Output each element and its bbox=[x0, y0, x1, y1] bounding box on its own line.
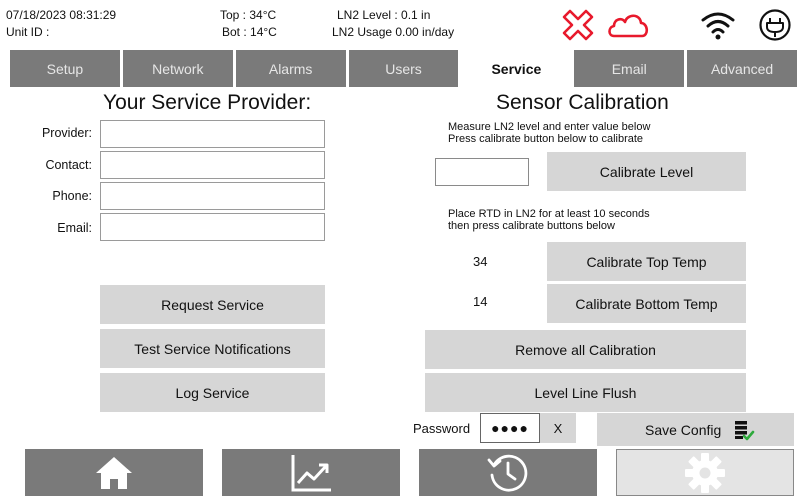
chart-nav-button[interactable] bbox=[222, 449, 400, 496]
tab-service[interactable]: Service bbox=[461, 50, 572, 87]
provider-label: Provider: bbox=[41, 126, 92, 140]
wifi-icon[interactable] bbox=[700, 9, 736, 41]
ln2-level: LN2 Level : 0.1 in bbox=[337, 8, 431, 22]
error-x-icon[interactable] bbox=[561, 8, 595, 42]
gear-icon bbox=[685, 452, 725, 493]
remove-all-calibration-button[interactable]: Remove all Calibration bbox=[425, 330, 746, 369]
settings-nav-button[interactable] bbox=[616, 449, 794, 496]
home-nav-button[interactable] bbox=[25, 449, 203, 496]
history-icon bbox=[487, 454, 528, 492]
tab-alarms[interactable]: Alarms bbox=[235, 50, 346, 87]
email-input[interactable] bbox=[100, 213, 325, 241]
ln2-usage: LN2 Usage 0.00 in/day bbox=[332, 25, 455, 39]
save-config-label: Save Config bbox=[645, 421, 722, 438]
tab-advanced[interactable]: Advanced bbox=[687, 50, 797, 87]
calibrate-top-temp-button[interactable]: Calibrate Top Temp bbox=[547, 242, 746, 281]
tab-bar: Setup Network Alarms Users Service Email… bbox=[0, 50, 797, 87]
datetime: 07/18/2023 08:31:29 bbox=[6, 8, 117, 22]
password-clear-button[interactable]: X bbox=[540, 413, 576, 443]
contact-label: Contact: bbox=[45, 158, 92, 172]
phone-input[interactable] bbox=[100, 182, 325, 210]
provider-input[interactable] bbox=[100, 120, 325, 148]
unit-id: Unit ID : bbox=[6, 25, 50, 39]
database-check-icon bbox=[735, 420, 755, 440]
rtd-note-line2: then press calibrate buttons below bbox=[448, 220, 615, 232]
history-nav-button[interactable] bbox=[419, 449, 597, 496]
cloud-icon[interactable] bbox=[606, 10, 650, 40]
level-note-line2: Press calibrate button below to calibrat… bbox=[448, 133, 644, 145]
level-note-line1: Measure LN2 level and enter value below bbox=[448, 121, 651, 133]
email-label: Email: bbox=[57, 221, 92, 235]
top-temp: Top : 34°C bbox=[220, 8, 277, 22]
level-value-input[interactable] bbox=[435, 158, 529, 186]
level-line-flush-button[interactable]: Level Line Flush bbox=[425, 373, 746, 412]
log-service-button[interactable]: Log Service bbox=[100, 373, 325, 412]
home-icon bbox=[96, 456, 132, 489]
calibrate-level-button[interactable]: Calibrate Level bbox=[547, 152, 746, 191]
power-plug-icon[interactable] bbox=[758, 8, 792, 42]
calibration-title: Sensor Calibration bbox=[496, 91, 669, 114]
password-input[interactable]: ●●●● bbox=[480, 413, 540, 443]
bottom-temp-value: 14 bbox=[473, 294, 488, 309]
tab-email[interactable]: Email bbox=[574, 50, 685, 87]
provider-title: Your Service Provider: bbox=[103, 91, 312, 114]
calibrate-bottom-temp-button[interactable]: Calibrate Bottom Temp bbox=[547, 284, 746, 323]
tab-network[interactable]: Network bbox=[122, 50, 233, 87]
tab-setup[interactable]: Setup bbox=[10, 50, 120, 87]
rtd-note-line1: Place RTD in LN2 for at least 10 seconds bbox=[448, 208, 650, 220]
save-config-button[interactable]: Save Config bbox=[597, 413, 794, 446]
status-header: 07/18/2023 08:31:29 Unit ID : Top : 34°C… bbox=[0, 0, 797, 46]
phone-label: Phone: bbox=[52, 189, 92, 203]
contact-input[interactable] bbox=[100, 151, 325, 179]
chart-trend-icon bbox=[291, 454, 331, 491]
tab-users[interactable]: Users bbox=[348, 50, 459, 87]
test-service-notifications-button[interactable]: Test Service Notifications bbox=[100, 329, 325, 368]
bot-temp: Bot : 14°C bbox=[222, 25, 277, 39]
top-temp-value: 34 bbox=[473, 254, 488, 269]
password-label: Password bbox=[413, 421, 471, 436]
request-service-button[interactable]: Request Service bbox=[100, 285, 325, 324]
